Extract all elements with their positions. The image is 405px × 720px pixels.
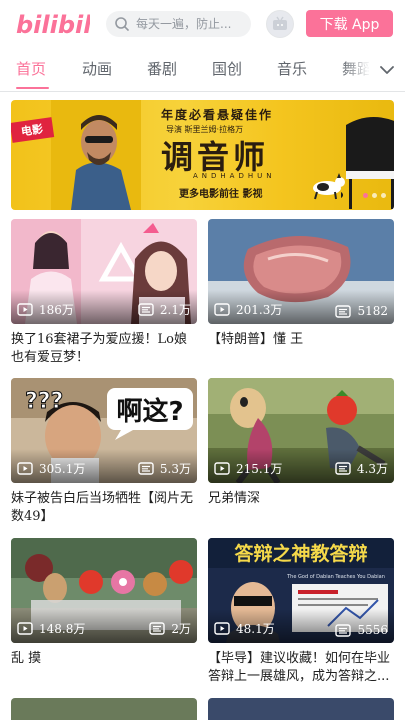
danmaku-count: 5182 (335, 304, 388, 318)
play-count-icon (17, 622, 33, 635)
banner-more-text: 更多电影前往 影视 (179, 189, 263, 200)
video-card[interactable]: 215.1万 4.3万 兄弟情深 (208, 378, 394, 526)
banner-title-en: ANDHADHUN (193, 172, 276, 180)
chevron-down-icon (380, 65, 394, 74)
banner-cat-image (313, 173, 345, 200)
danmaku-count-text: 2.1万 (159, 303, 191, 317)
video-thumbnail[interactable]: 148.8万 2万 (11, 538, 197, 643)
play-count-icon (17, 462, 33, 475)
banner-dot[interactable] (372, 193, 377, 198)
banner-actor-image (51, 100, 141, 210)
video-thumbnail[interactable]: 186万 2.1万 (11, 219, 197, 324)
svg-text:啊这?: 啊这? (116, 396, 183, 427)
danmaku-count-text: 4.3万 (356, 462, 388, 476)
video-thumbnail[interactable]: 答辩之神教答辩 The God of Dabian Teaches You Da… (208, 538, 394, 643)
top-bar: bilibili 下载 App (0, 0, 405, 48)
download-app-button[interactable]: 下载 App (306, 10, 393, 37)
view-count-text: 305.1万 (39, 462, 86, 476)
svg-text:bilibili: bilibili (16, 11, 90, 39)
video-title[interactable]: 兄弟情深 (208, 490, 394, 526)
video-card[interactable]: 答辩之神教答辩 The God of Dabian Teaches You Da… (208, 538, 394, 686)
video-title[interactable]: 乱 摸 (11, 650, 197, 686)
banner-dot[interactable] (363, 193, 368, 198)
danmaku-count: 5556 (335, 623, 388, 637)
search-icon (114, 16, 130, 32)
search-input[interactable] (136, 17, 246, 31)
avatar[interactable] (266, 10, 294, 38)
video-card[interactable]: 啊这? ??? 305.1万 5.3万 妹子被告白后当场牺牲【阅片无数49】 (11, 378, 197, 526)
view-count: 305.1万 (17, 460, 85, 477)
promo-banner[interactable]: 电影 年度必看悬疑佳作 导演 斯里兰姆·拉格万 调音师 ANDHADHUN 更多… (11, 100, 394, 210)
banner-dot[interactable] (381, 193, 386, 198)
banner-category-tag: 电影 (11, 117, 55, 143)
video-card-partial[interactable] (208, 698, 394, 720)
bilibili-logo[interactable]: bilibili (16, 7, 100, 41)
danmaku-count: 5.3万 (138, 460, 191, 477)
view-count-text: 48.1万 (236, 622, 275, 636)
active-tab-indicator (16, 87, 49, 89)
play-count-icon (214, 462, 230, 475)
danmaku-icon (138, 303, 154, 316)
video-card[interactable]: 148.8万 2万 乱 摸 (11, 538, 197, 686)
tv-mascot-icon (273, 16, 287, 30)
play-count-icon (214, 622, 230, 635)
video-title[interactable]: 换了16套裙子为爱应援！Lo娘也有爱豆梦！ (11, 331, 197, 367)
video-title[interactable]: 【特朗普】懂 王 (208, 331, 394, 367)
view-count: 186万 (17, 301, 74, 318)
danmaku-icon (138, 462, 154, 475)
view-count-text: 215.1万 (236, 462, 283, 476)
video-thumbnail[interactable]: 201.3万 5182 (208, 219, 394, 324)
tab-home[interactable]: 首页 (16, 58, 46, 79)
view-count-text: 186万 (39, 303, 74, 317)
danmaku-count: 2.1万 (138, 301, 191, 318)
search-box[interactable] (106, 11, 251, 37)
danmaku-icon (149, 622, 166, 635)
video-title[interactable]: 【毕导】建议收藏！如何在毕业答辩上一展雄风，成为答辩之... (208, 650, 394, 686)
tab-music[interactable]: 音乐 (277, 58, 307, 79)
tab-animation[interactable]: 动画 (82, 58, 112, 79)
banner-pagination (363, 193, 386, 198)
category-tabs: 首页 动画 番剧 国创 音乐 舞蹈 (0, 48, 405, 92)
video-card-partial[interactable] (11, 698, 197, 720)
danmaku-count-text: 2万 (171, 622, 191, 636)
video-card[interactable]: 201.3万 5182 【特朗普】懂 王 (208, 219, 394, 367)
svg-text:???: ??? (25, 389, 63, 414)
video-thumbnail[interactable]: 啊这? ??? 305.1万 5.3万 (11, 378, 197, 483)
play-count-icon (17, 303, 33, 316)
danmaku-count-text: 5182 (357, 304, 388, 318)
tab-bangumi[interactable]: 番剧 (147, 58, 177, 79)
tab-guochuang[interactable]: 国创 (212, 58, 242, 79)
view-count: 201.3万 (214, 301, 282, 318)
video-thumbnail[interactable]: 215.1万 4.3万 (208, 378, 394, 483)
video-title[interactable]: 妹子被告白后当场牺牲【阅片无数49】 (11, 490, 197, 526)
svg-text:答辩之神教答辩: 答辩之神教答辩 (234, 542, 367, 565)
view-count: 148.8万 (17, 620, 85, 637)
view-count-text: 148.8万 (39, 622, 86, 636)
expand-tabs-button[interactable] (369, 48, 405, 91)
danmaku-count: 4.3万 (335, 460, 388, 477)
danmaku-count: 2万 (149, 620, 191, 637)
danmaku-count-text: 5.3万 (159, 462, 191, 476)
danmaku-icon (335, 623, 352, 637)
svg-text:The God of Dabian Teaches You: The God of Dabian Teaches You Dabian (286, 574, 385, 580)
view-count: 48.1万 (214, 620, 275, 637)
danmaku-icon (335, 304, 352, 318)
danmaku-count-text: 5556 (357, 623, 388, 637)
view-count: 215.1万 (214, 460, 282, 477)
banner-subtitle: 年度必看悬疑佳作 (161, 108, 274, 122)
view-count-text: 201.3万 (236, 303, 283, 317)
danmaku-icon (335, 462, 351, 475)
video-card[interactable]: 186万 2.1万 换了16套裙子为爱应援！Lo娘也有爱豆梦！ (11, 219, 197, 367)
play-count-icon (214, 303, 230, 316)
